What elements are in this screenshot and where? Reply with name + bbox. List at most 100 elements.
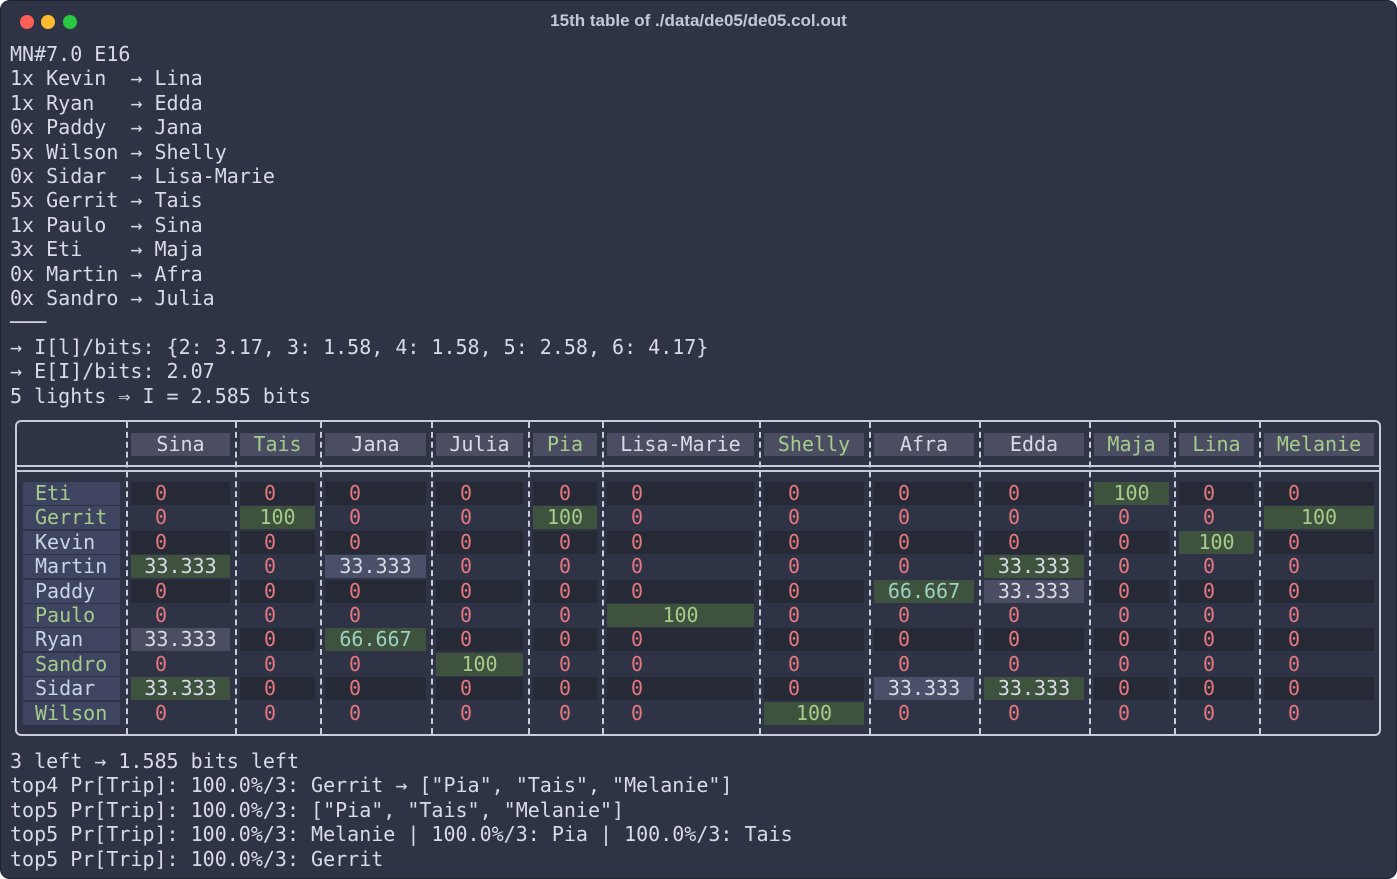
table-cell: 0 — [436, 677, 523, 701]
table-cell: 0 — [764, 530, 864, 554]
output-line: → I[l]/bits: {2: 3.17, 3: 1.58, 4: 1.58,… — [10, 334, 709, 359]
table-cell: 0 — [155, 700, 168, 725]
output-line: top5 Pr[Trip]: 100.0%/3: Melanie | 100.0… — [10, 822, 793, 847]
row-label-gerrit: Gerrit — [23, 506, 120, 530]
table-cell: 0 — [1118, 700, 1131, 725]
table-cell: 0 — [436, 628, 523, 652]
table-cell: 33.333 — [131, 677, 230, 701]
table-cell: 0 — [1094, 677, 1169, 701]
table-cell: 0 — [607, 482, 754, 505]
table-cell: 0 — [874, 530, 974, 554]
table-cell: 0 — [1264, 628, 1374, 652]
table-cell: 0 — [607, 677, 754, 701]
table-cell: 0 — [984, 530, 1084, 554]
output-line: 1x Kevin → Lina — [10, 66, 203, 91]
table-cell: 100 — [607, 604, 754, 627]
table-cell: 0 — [349, 603, 362, 627]
column-divider — [759, 422, 761, 734]
column-header-afra: Afra — [874, 433, 974, 456]
column-divider — [979, 422, 981, 734]
output-line: ─── — [10, 310, 47, 335]
window-title: 15th table of ./data/de05/de05.col.out — [550, 11, 847, 30]
table-cell: 0 — [436, 579, 523, 603]
table-cell: 0 — [460, 603, 473, 627]
table-cell: 0 — [1118, 554, 1131, 579]
table-cell: 0 — [264, 554, 277, 579]
table-cell: 100 — [240, 506, 315, 530]
output-line: MN#7.0 E16 — [10, 42, 131, 66]
table-cell: 33.333 — [131, 555, 230, 579]
table-cell: 0 — [1118, 651, 1131, 676]
table-cell: 0 — [1264, 579, 1374, 603]
column-header-edda: Edda — [984, 433, 1084, 456]
table-cell: 0 — [1203, 651, 1216, 676]
row-label-paulo: Paulo — [23, 604, 120, 627]
row-label-kevin: Kevin — [23, 530, 120, 554]
table-cell: 0 — [1288, 554, 1301, 579]
column-divider — [431, 422, 433, 734]
table-cell: 0 — [325, 482, 426, 505]
column-divider — [1174, 422, 1176, 734]
table-cell: 0 — [558, 651, 572, 676]
table-cell: 0 — [240, 628, 315, 652]
table-cell: 0 — [631, 651, 644, 676]
table-cell: 100 — [436, 652, 523, 676]
table-cell: 0 — [1179, 677, 1254, 701]
output-line: top5 Pr[Trip]: 100.0%/3: Gerrit — [10, 846, 384, 871]
table-cell: 0 — [607, 628, 754, 652]
output-line: top5 Pr[Trip]: 100.0%/3: ["Pia", "Tais",… — [10, 797, 625, 822]
table-cell: 0 — [131, 530, 230, 554]
table-cell: 33.333 — [874, 677, 974, 701]
table-cell: 0 — [788, 554, 801, 579]
table-cell: 0 — [788, 651, 801, 676]
table-cell: 0 — [325, 677, 426, 701]
table-cell: 0 — [607, 579, 754, 603]
row-label-paddy: Paddy — [23, 579, 120, 603]
column-header-lina: Lina — [1179, 433, 1254, 456]
output-line: 1x Paulo → Sina — [10, 212, 203, 237]
table-cell: 100 — [764, 701, 864, 725]
output-line: 0x Martin → Afra — [10, 261, 203, 286]
table-cell: 0 — [1008, 505, 1021, 530]
table-cell: 0 — [898, 700, 911, 725]
table-cell: 0 — [788, 603, 801, 627]
column-header-pia: Pia — [533, 433, 597, 456]
table-cell: 66.667 — [325, 628, 426, 652]
table-cell: 0 — [325, 530, 426, 554]
table-cell: 33.333 — [984, 579, 1084, 603]
output-line: 0x Paddy → Jana — [10, 115, 203, 140]
table-cell: 0 — [764, 579, 864, 603]
column-header-jana: Jana — [325, 433, 426, 456]
table-cell: 0 — [131, 579, 230, 603]
table-cell: 0 — [533, 579, 597, 603]
table-cell: 0 — [898, 603, 911, 627]
table-cell: 0 — [1203, 700, 1216, 725]
column-header-melanie: Melanie — [1264, 433, 1374, 456]
table-cell: 0 — [558, 554, 572, 579]
column-header-tais: Tais — [240, 433, 315, 456]
table-cell: 0 — [1264, 677, 1374, 701]
table-cell: 0 — [1094, 579, 1169, 603]
column-header-lisa-marie: Lisa-Marie — [607, 433, 754, 456]
table-cell: 0 — [1288, 603, 1301, 627]
column-divider — [1089, 422, 1091, 734]
output-line: 3x Eti → Maja — [10, 237, 203, 262]
table-cell: 66.667 — [874, 579, 974, 603]
table-cell: 100 — [533, 506, 597, 530]
table-cell: 0 — [264, 603, 277, 627]
table-cell: 0 — [984, 628, 1084, 652]
table-cell: 0 — [874, 482, 974, 505]
column-header-sina: Sina — [131, 433, 230, 456]
table-cell: 0 — [349, 505, 362, 530]
table-cell: 0 — [436, 482, 523, 505]
table-cell: 0 — [533, 482, 597, 505]
output-line: 3 left → 1.585 bits left — [10, 749, 299, 773]
column-header-shelly: Shelly — [764, 433, 864, 456]
table-cell: 0 — [533, 530, 597, 554]
table-cell: 0 — [1288, 700, 1301, 725]
output-line: 5x Wilson → Shelly — [10, 139, 227, 164]
column-header-julia: Julia — [436, 433, 523, 456]
output-line: 0x Sidar → Lisa-Marie — [10, 164, 275, 188]
table-cell: 0 — [1008, 700, 1021, 725]
title-bar: 15th table of ./data/de05/de05.col.out — [0, 0, 1397, 42]
